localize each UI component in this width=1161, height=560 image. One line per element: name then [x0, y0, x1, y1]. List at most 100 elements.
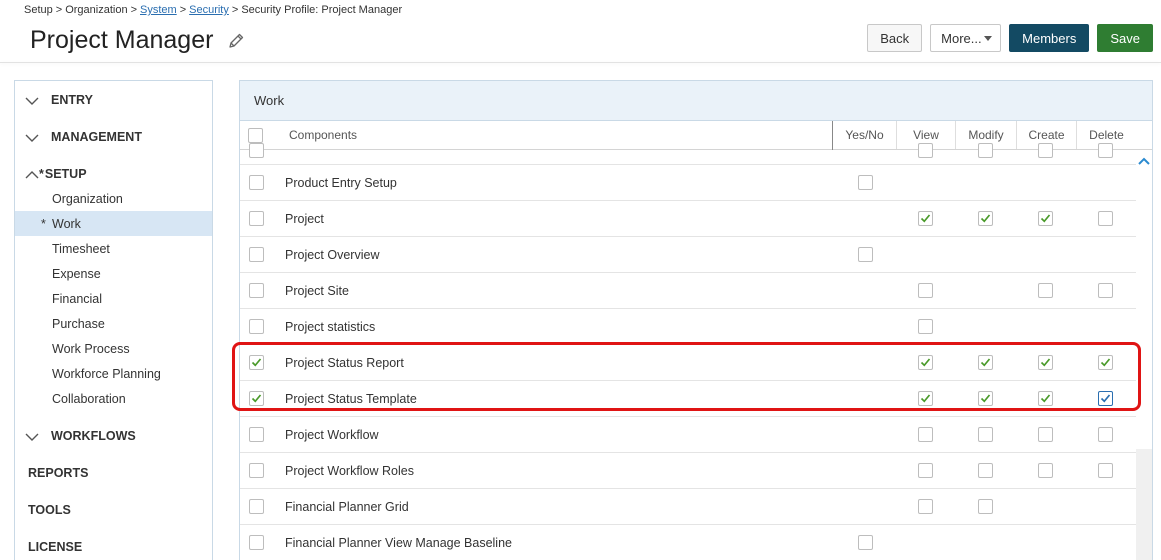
breadcrumb-separator: >	[55, 4, 63, 16]
sidebar-item-work[interactable]: * Work	[15, 211, 212, 236]
header-divider	[0, 62, 1161, 63]
breadcrumb-setup: Setup	[24, 4, 53, 16]
yesno-checkbox[interactable]	[858, 247, 873, 262]
delete-checkbox[interactable]	[1098, 427, 1113, 442]
create-checkbox[interactable]	[1038, 463, 1053, 478]
create-checkbox[interactable]	[1038, 427, 1053, 442]
component-name: Project Workflow	[285, 427, 379, 442]
vertical-scrollbar[interactable]	[1136, 151, 1152, 560]
view-checkbox[interactable]	[918, 391, 933, 406]
component-name: Project Site	[285, 283, 349, 298]
view-checkbox[interactable]	[918, 319, 933, 334]
column-header-components[interactable]: Components	[274, 121, 832, 149]
breadcrumb: Setup > Organization > System > Security > Secur…	[24, 4, 402, 16]
sidebar-item-timesheet[interactable]: Timesheet	[15, 236, 212, 261]
sidebar-section-label: SETUP	[44, 167, 87, 181]
more-dropdown[interactable]: More...	[930, 24, 1002, 52]
sidebar-section-label: LICENSE	[28, 540, 83, 554]
row-select-checkbox[interactable]	[249, 283, 264, 298]
row-select-checkbox[interactable]	[249, 535, 264, 550]
yesno-checkbox[interactable]	[858, 175, 873, 190]
view-checkbox[interactable]	[918, 427, 933, 442]
back-button[interactable]: Back	[867, 24, 923, 52]
sidebar-item-workforce-planning[interactable]: Workforce Planning	[15, 361, 212, 386]
delete-checkbox[interactable]	[1098, 211, 1113, 226]
sidebar-section-entry[interactable]: ENTRY	[15, 88, 212, 112]
save-button[interactable]: Save	[1097, 24, 1153, 52]
sidebar-section-label: ENTRY	[51, 93, 93, 107]
breadcrumb-separator: >	[231, 4, 239, 16]
chevron-up-icon[interactable]	[1137, 153, 1151, 165]
sidebar-section-license[interactable]: LICENSE	[15, 535, 212, 559]
members-button[interactable]: Members	[1009, 24, 1090, 52]
modify-checkbox[interactable]	[978, 355, 993, 370]
chevron-down-icon	[25, 431, 39, 441]
row-select-checkbox[interactable]	[249, 319, 264, 334]
sidebar-section-workflows[interactable]: WORKFLOWS	[15, 424, 212, 448]
component-name: Financial Planner View Manage Baseline	[285, 535, 512, 550]
more-dropdown-label: More...	[941, 30, 982, 46]
row-select-checkbox[interactable]	[249, 355, 264, 370]
sidebar-section-label: MANAGEMENT	[51, 130, 142, 144]
caret-down-icon	[984, 35, 993, 41]
delete-checkbox[interactable]	[1098, 355, 1113, 370]
view-checkbox[interactable]	[918, 355, 933, 370]
sidebar-item-organization[interactable]: Organization	[15, 186, 212, 211]
delete-checkbox[interactable]	[1098, 463, 1113, 478]
sidebar-item-work-process[interactable]: Work Process	[15, 336, 212, 361]
modify-checkbox[interactable]	[978, 211, 993, 226]
create-checkbox[interactable]	[1038, 143, 1053, 158]
table-row: Project Site	[240, 273, 1136, 309]
sidebar-section-setup[interactable]: * SETUP	[15, 162, 212, 186]
column-header-yesno[interactable]: Yes/No	[833, 121, 896, 149]
sidebar-item-label: Collaboration	[52, 391, 126, 406]
delete-checkbox[interactable]	[1098, 391, 1113, 406]
view-checkbox[interactable]	[918, 211, 933, 226]
breadcrumb-system-link[interactable]: System	[140, 4, 177, 16]
view-checkbox[interactable]	[918, 499, 933, 514]
create-checkbox[interactable]	[1038, 211, 1053, 226]
view-checkbox[interactable]	[918, 283, 933, 298]
sidebar-item-collaboration[interactable]: Collaboration	[15, 386, 212, 411]
sidebar-item-financial[interactable]: Financial	[15, 286, 212, 311]
row-select-checkbox[interactable]	[249, 247, 264, 262]
sidebar-item-purchase[interactable]: Purchase	[15, 311, 212, 336]
modify-checkbox[interactable]	[978, 427, 993, 442]
row-select-checkbox[interactable]	[249, 427, 264, 442]
modified-marker: *	[41, 216, 46, 231]
breadcrumb-current: Security Profile: Project Manager	[241, 4, 403, 16]
select-all-checkbox[interactable]	[248, 128, 263, 143]
yesno-checkbox[interactable]	[858, 535, 873, 550]
scrollbar-thumb[interactable]	[1136, 449, 1152, 560]
breadcrumb-separator: >	[179, 4, 187, 16]
modify-checkbox[interactable]	[978, 143, 993, 158]
row-select-checkbox[interactable]	[249, 499, 264, 514]
modify-checkbox[interactable]	[978, 463, 993, 478]
view-checkbox[interactable]	[918, 463, 933, 478]
create-checkbox[interactable]	[1038, 355, 1053, 370]
sidebar-section-tools[interactable]: TOOLS	[15, 498, 212, 522]
sidebar-item-label: Financial	[52, 291, 103, 306]
table-row: Project statistics	[240, 309, 1136, 345]
table-row: Project Status Template	[240, 381, 1136, 417]
breadcrumb-security-link[interactable]: Security	[189, 4, 229, 16]
table-row: Product Entry Setup	[240, 165, 1136, 201]
delete-checkbox[interactable]	[1098, 143, 1113, 158]
sidebar-item-expense[interactable]: Expense	[15, 261, 212, 286]
sidebar-section-reports[interactable]: REPORTS	[15, 461, 212, 485]
row-select-checkbox[interactable]	[249, 463, 264, 478]
component-name: Project Status Template	[285, 391, 417, 406]
view-checkbox[interactable]	[918, 143, 933, 158]
table-row: Financial Planner View Manage Baseline	[240, 525, 1136, 560]
row-select-checkbox[interactable]	[249, 175, 264, 190]
delete-checkbox[interactable]	[1098, 283, 1113, 298]
row-select-checkbox[interactable]	[249, 211, 264, 226]
create-checkbox[interactable]	[1038, 391, 1053, 406]
pencil-icon[interactable]	[227, 32, 245, 50]
modify-checkbox[interactable]	[978, 391, 993, 406]
row-select-checkbox[interactable]	[249, 143, 264, 158]
modify-checkbox[interactable]	[978, 499, 993, 514]
create-checkbox[interactable]	[1038, 283, 1053, 298]
sidebar-section-management[interactable]: MANAGEMENT	[15, 125, 212, 149]
row-select-checkbox[interactable]	[249, 391, 264, 406]
